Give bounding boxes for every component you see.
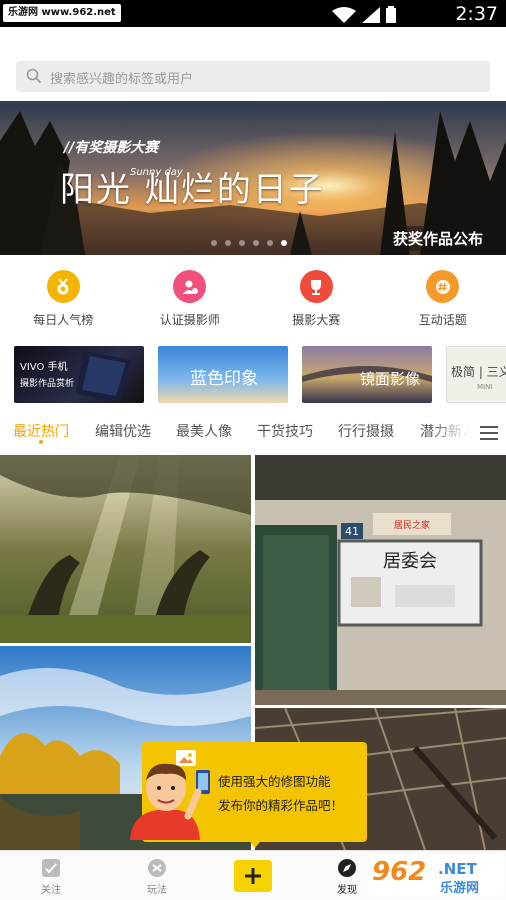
- promo-line-2: 发布你的精彩作品吧！: [218, 798, 344, 813]
- play-icon: [148, 859, 166, 877]
- topic-card-vivo[interactable]: VIVO 手机 摄影作品赏析: [14, 346, 144, 403]
- photo-forest[interactable]: [0, 455, 251, 643]
- search-icon: [26, 68, 42, 84]
- system-icons: [332, 6, 396, 23]
- quick-action-contest[interactable]: 摄影大赛: [253, 270, 380, 330]
- hashtag-icon: [426, 270, 460, 303]
- logo-suffix: .NET: [438, 860, 477, 878]
- contest-tag: //有奖摄影大赛: [64, 140, 159, 156]
- trophy-icon: [299, 270, 333, 303]
- category-tabs: 最近热门 编辑优选 最美人像 干货技巧 行行摄摄 潜力新人: [0, 415, 506, 447]
- logo-number: 962: [372, 857, 426, 887]
- topic-card-title: 极简 | 三义: [451, 365, 506, 379]
- topic-card-blue-impression[interactable]: 蓝色印象: [158, 346, 288, 403]
- quick-action-certified[interactable]: 认证摄影师: [127, 270, 254, 330]
- mascot-character: [130, 763, 210, 840]
- quick-action-label: 每日人气榜: [33, 313, 94, 327]
- carousel-dot-active: [281, 240, 287, 246]
- door-number: 41: [345, 525, 359, 538]
- carousel-dot: [267, 240, 273, 246]
- active-tab-indicator: [39, 440, 43, 444]
- plus-icon: [245, 868, 261, 884]
- carousel-dot: [253, 240, 259, 246]
- topic-card-title: 镜面影像: [360, 370, 421, 388]
- battery-icon: [386, 6, 396, 23]
- add-post-button[interactable]: [234, 860, 272, 892]
- tab-tips[interactable]: 干货技巧: [257, 421, 313, 441]
- tab-recent-hot[interactable]: 最近热门: [13, 421, 69, 441]
- award-button[interactable]: 获奖作品公布: [384, 226, 491, 251]
- nav-follow[interactable]: 关注: [31, 857, 71, 896]
- banner-carousel[interactable]: //有奖摄影大赛 阳光 灿烂的日子 Sunny day 获奖作品公布: [0, 101, 506, 255]
- signal-icon: [362, 6, 380, 23]
- banner-subheadline: Sunny day: [130, 167, 183, 178]
- logo-name: 乐游网: [440, 880, 479, 896]
- topic-card-minimal[interactable]: 极简 | 三义 MINI: [446, 346, 506, 403]
- quick-actions: 每日人气榜 认证摄影师 摄影大赛 互动话题: [0, 270, 506, 330]
- wifi-icon: [332, 6, 356, 23]
- compass-icon: [338, 859, 356, 877]
- carousel-dot: [225, 240, 231, 246]
- tabs-menu-button[interactable]: [470, 423, 506, 443]
- topic-card-mirror[interactable]: 镜面影像: [302, 346, 432, 403]
- clock: 2:37: [455, 3, 498, 25]
- carousel-dot: [239, 240, 245, 246]
- carousel-dot: [211, 240, 217, 246]
- banner-headline: 阳光 灿烂的日子: [60, 170, 325, 210]
- topic-card-title: VIVO 手机: [20, 362, 68, 373]
- topic-card-subtitle: 摄影作品赏析: [20, 379, 75, 389]
- status-bar: 乐游网 www.962.net 2:37: [0, 0, 506, 27]
- nav-label: 发现: [337, 885, 357, 896]
- follow-icon: [42, 859, 60, 877]
- quick-action-label: 摄影大赛: [292, 313, 341, 327]
- certified-user-icon: [173, 270, 207, 303]
- search-placeholder: 搜索感兴趣的标签或用户: [50, 72, 194, 87]
- tab-portrait[interactable]: 最美人像: [176, 421, 232, 441]
- tooltip-tail: [247, 838, 263, 848]
- quick-action-label: 互动话题: [418, 313, 467, 327]
- menu-icon: [480, 426, 498, 440]
- nav-discover[interactable]: 发现: [327, 857, 367, 896]
- medal-icon: [46, 270, 80, 303]
- watermark-badge: 乐游网 www.962.net: [3, 4, 121, 22]
- tab-street[interactable]: 行行摄摄: [338, 421, 394, 441]
- nav-label: 玩法: [147, 885, 167, 896]
- board-text: 居委会: [383, 551, 437, 572]
- quick-action-topics[interactable]: 互动话题: [380, 270, 506, 330]
- topic-card-title: 蓝色印象: [190, 369, 258, 389]
- site-logo-watermark: 962 .NET 乐游网: [368, 854, 504, 896]
- quick-action-daily-ranking[interactable]: 每日人气榜: [0, 270, 127, 330]
- search-input[interactable]: 搜索感兴趣的标签或用户: [16, 61, 490, 92]
- door-sign: 居民之家: [394, 519, 430, 531]
- nav-play[interactable]: 玩法: [137, 857, 177, 896]
- photo-wall[interactable]: 41 居民之家 居委会: [255, 455, 506, 705]
- nav-label: 关注: [41, 885, 61, 896]
- promo-line-1: 使用强大的修图功能: [218, 774, 331, 789]
- tab-editor-picks[interactable]: 编辑优选: [95, 421, 151, 441]
- carousel-indicator: [211, 240, 287, 246]
- topic-card-subtitle: MINI: [477, 383, 493, 391]
- topic-strip: VIVO 手机 摄影作品赏析 蓝色印象 镜面影像 极简 | 三义 MINI: [0, 344, 506, 404]
- tabs-fade: [430, 415, 470, 447]
- quick-action-label: 认证摄影师: [159, 313, 220, 327]
- topic-card-image: [76, 351, 132, 402]
